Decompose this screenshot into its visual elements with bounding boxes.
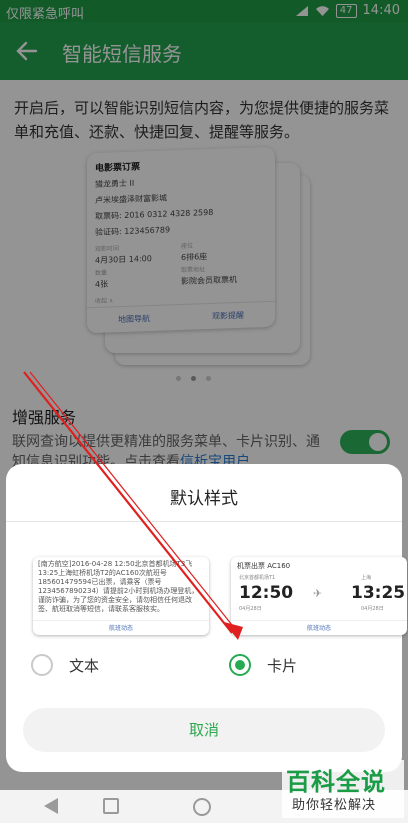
- text-preview-body: [南方航空]2016-04-28 12:50北京首都机场T3飞13:25上海虹桥…: [38, 560, 199, 613]
- text-style-preview[interactable]: [南方航空]2016-04-28 12:50北京首都机场T3飞13:25上海虹桥…: [33, 557, 209, 635]
- card-preview-arr-date: 04月28日: [361, 606, 384, 612]
- nav-recent-icon[interactable]: [103, 798, 119, 814]
- watermark-logo: 百科全说 助你轻松解决: [282, 760, 404, 818]
- dialog-divider: [6, 521, 402, 522]
- plane-icon: ✈: [313, 587, 323, 600]
- dialog-title: 默认样式: [170, 489, 238, 509]
- card-preview-arr-time: 13:25: [351, 583, 406, 603]
- radio-unchecked-icon[interactable]: [31, 654, 53, 676]
- text-preview-button: 航班动态: [33, 620, 209, 635]
- radio-checked-icon[interactable]: [229, 654, 251, 676]
- watermark-subtitle: 助你轻松解决: [292, 798, 377, 813]
- option-card-label: 卡片: [267, 656, 298, 675]
- card-preview-dep-date: 04月28日: [239, 606, 262, 612]
- card-preview-dep-time: 12:50: [239, 583, 294, 603]
- watermark-title: 百科全说: [286, 768, 386, 796]
- option-text[interactable]: 文本: [31, 654, 99, 676]
- card-preview-arr-station: 上海: [361, 575, 372, 581]
- default-style-dialog: 默认样式 [南方航空]2016-04-28 12:50北京首都机场T3飞13:2…: [6, 464, 407, 772]
- cancel-button[interactable]: 取消: [23, 708, 385, 752]
- nav-back-icon[interactable]: [44, 798, 58, 814]
- nav-home-icon[interactable]: [193, 798, 211, 816]
- option-text-label: 文本: [69, 656, 100, 675]
- card-preview-title: 机票出票 AC160: [237, 562, 291, 570]
- card-style-preview[interactable]: 机票出票 AC160 北京首都机场T1 上海 12:50 ✈ 13:25 04月…: [231, 557, 407, 635]
- card-preview-dep-station: 北京首都机场T1: [239, 575, 276, 581]
- card-preview-button: 航班动态: [231, 620, 407, 635]
- option-card[interactable]: 卡片: [229, 654, 297, 676]
